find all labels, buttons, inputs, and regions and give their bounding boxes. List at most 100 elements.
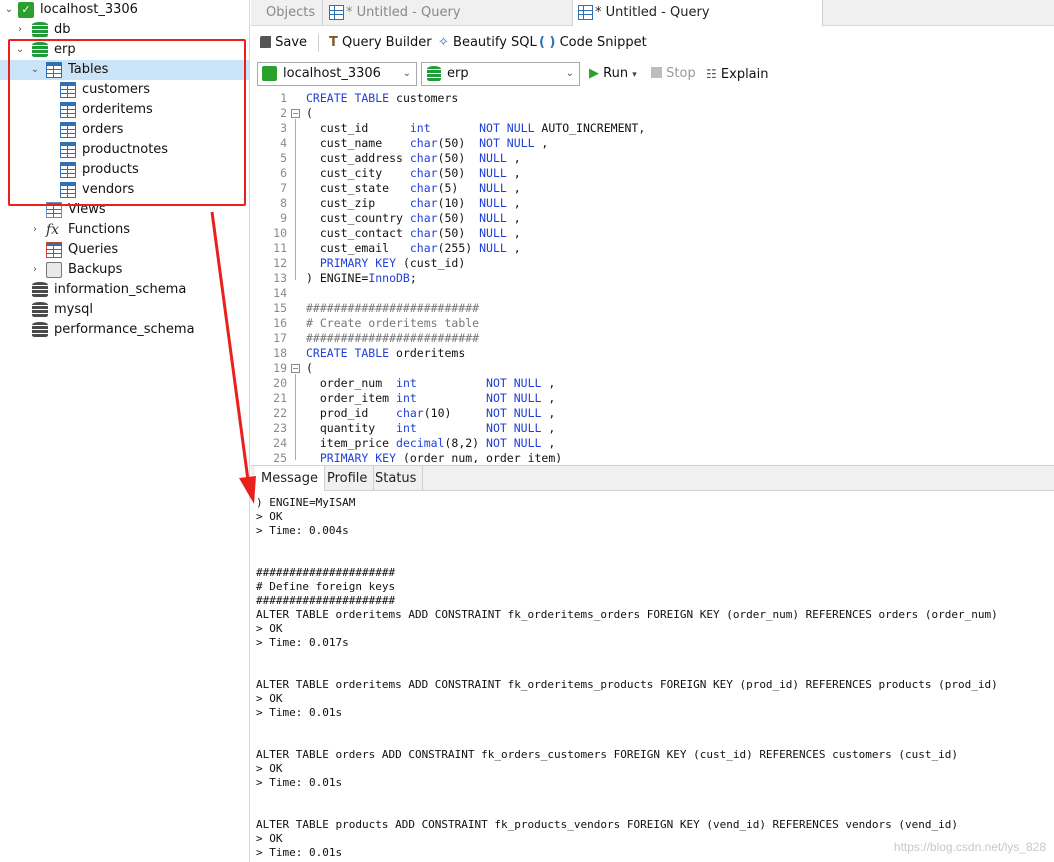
chevron-down-icon[interactable]: ⌄: [14, 40, 26, 60]
tree-connection-localhost[interactable]: ⌄ ✓ localhost_3306: [0, 0, 249, 20]
chevron-right-icon[interactable]: ›: [29, 220, 41, 240]
connection-icon: ✓: [18, 2, 34, 18]
chevron-down-icon[interactable]: ⌄: [3, 0, 15, 20]
connection-icon: [262, 66, 277, 81]
result-tab-bar: Message Profile Status: [251, 465, 1054, 492]
database-icon: [32, 282, 48, 298]
message-line: ALTER TABLE products ADD CONSTRAINT fk_p…: [256, 818, 958, 831]
line-number: 7: [280, 181, 287, 195]
chevron-down-icon: ⌄: [402, 68, 411, 79]
message-line: > Time: 0.01s: [256, 776, 343, 789]
chevron-right-icon[interactable]: ›: [14, 20, 26, 40]
tree-queries[interactable]: Queries: [0, 240, 249, 260]
line-number: 13: [273, 271, 287, 285]
line-number: 6: [280, 166, 287, 180]
chevron-down-icon: ⌄: [565, 68, 574, 79]
tree-table-productnotes[interactable]: productnotes: [0, 140, 249, 160]
code-line: CREATE TABLE orderitems: [306, 346, 466, 360]
chevron-down-icon[interactable]: ▾: [632, 70, 637, 80]
tree-tables-folder[interactable]: ⌄ Tables: [0, 60, 249, 80]
save-button[interactable]: Save: [258, 32, 307, 54]
line-number: 12: [273, 256, 287, 270]
tab-label: * Untitled - Query: [595, 5, 710, 20]
table-icon: [60, 102, 76, 118]
message-line: > Time: 0.017s: [256, 636, 349, 649]
code-line: ) ENGINE=InnoDB;: [306, 271, 417, 285]
line-number: 23: [273, 421, 287, 435]
tree-functions[interactable]: › fx Functions: [0, 220, 249, 240]
tree-db-performance-schema[interactable]: performance_schema: [0, 320, 249, 340]
line-number: 16: [273, 316, 287, 330]
database-icon: [32, 22, 48, 38]
backups-label: Backups: [68, 262, 123, 277]
tree-table-products[interactable]: products: [0, 160, 249, 180]
database-icon: [427, 66, 441, 82]
connection-toolbar: localhost_3306 ⌄ erp ⌄ ▶ Run ▾ Stop ☷ Ex…: [251, 59, 1054, 89]
message-line: ALTER TABLE orderitems ADD CONSTRAINT fk…: [256, 608, 998, 621]
tab-query-1[interactable]: * Untitled - Query: [323, 0, 573, 26]
code-line: cust_name char(50) NOT NULL ,: [306, 136, 549, 150]
tables-icon: [46, 62, 62, 78]
line-number: 17: [273, 331, 287, 345]
tree-db-erp[interactable]: ⌄ erp: [0, 40, 249, 60]
message-line: #####################: [256, 566, 396, 579]
run-button[interactable]: ▶ Run ▾: [589, 63, 637, 85]
code-line: cust_state char(5) NULL ,: [306, 181, 521, 195]
code-line: #########################: [306, 331, 480, 345]
tab-objects[interactable]: Objects: [251, 0, 323, 26]
message-line: > OK: [256, 762, 283, 775]
toolbar-divider: [318, 34, 319, 52]
tree-db-mysql[interactable]: mysql: [0, 300, 249, 320]
tree-table-customers[interactable]: customers: [0, 80, 249, 100]
views-label: Views: [68, 202, 106, 217]
tree-db-information-schema[interactable]: information_schema: [0, 280, 249, 300]
tree-table-vendors[interactable]: vendors: [0, 180, 249, 200]
message-output: ) ENGINE=MyISAM > OK > Time: 0.004s #######…: [251, 491, 1054, 862]
code-line: (: [306, 361, 313, 375]
tree-db-db[interactable]: › db: [0, 20, 249, 40]
line-number: 1: [280, 91, 287, 105]
fold-guide: [295, 119, 296, 280]
line-number: 15: [273, 301, 287, 315]
tab-message[interactable]: Message: [255, 466, 325, 492]
connection-select[interactable]: localhost_3306 ⌄: [257, 62, 417, 86]
brackets-icon: ( ): [539, 35, 556, 50]
line-number: 22: [273, 406, 287, 420]
tree-backups[interactable]: › Backups: [0, 260, 249, 280]
tab-status[interactable]: Status: [369, 466, 424, 491]
tab-query-2[interactable]: * Untitled - Query: [573, 0, 823, 27]
fold-toggle-icon[interactable]: −: [291, 364, 300, 373]
line-number: 20: [273, 376, 287, 390]
table-label: orderitems: [82, 102, 153, 117]
sql-editor[interactable]: 1 2 3 4 5 6 7 8 9 10 11 12 13 14 15 16 17 18 19 20 21 22 23 24 2…: [251, 90, 1054, 463]
hammer-icon: T: [329, 35, 338, 50]
beautify-sql-button[interactable]: ✧ Beautify SQL: [438, 32, 537, 54]
tree-views[interactable]: Views: [0, 200, 249, 220]
database-select[interactable]: erp ⌄: [421, 62, 580, 86]
stop-button[interactable]: Stop: [651, 63, 696, 85]
explain-button[interactable]: ☷ Explain: [706, 63, 769, 85]
database-icon: [32, 302, 48, 318]
message-line: # Define foreign keys: [256, 580, 396, 593]
code-line: PRIMARY KEY (order_num, order_item): [319, 451, 563, 463]
function-icon: fx: [46, 222, 60, 238]
message-line: > OK: [256, 692, 283, 705]
code-line: cust_contact char(50) NULL ,: [306, 226, 521, 240]
line-number: 24: [273, 436, 287, 450]
magic-wand-icon: ✧: [438, 35, 449, 50]
tab-profile[interactable]: Profile: [321, 466, 375, 491]
table-icon: [60, 142, 76, 158]
chevron-right-icon[interactable]: ›: [29, 260, 41, 280]
explain-icon: ☷: [706, 67, 717, 81]
tree-table-orders[interactable]: orders: [0, 120, 249, 140]
code-line: quantity int NOT NULL ,: [306, 421, 556, 435]
code-line: order_item int NOT NULL ,: [306, 391, 556, 405]
query-builder-button[interactable]: T Query Builder: [329, 32, 432, 54]
query-tab-icon: [578, 5, 593, 20]
code-snippet-button[interactable]: ( ) Code Snippet: [539, 32, 647, 54]
queries-label: Queries: [68, 242, 119, 257]
chevron-down-icon[interactable]: ⌄: [29, 60, 41, 80]
line-number: 2: [280, 106, 287, 120]
fold-toggle-icon[interactable]: −: [291, 109, 300, 118]
tree-table-orderitems[interactable]: orderitems: [0, 100, 249, 120]
